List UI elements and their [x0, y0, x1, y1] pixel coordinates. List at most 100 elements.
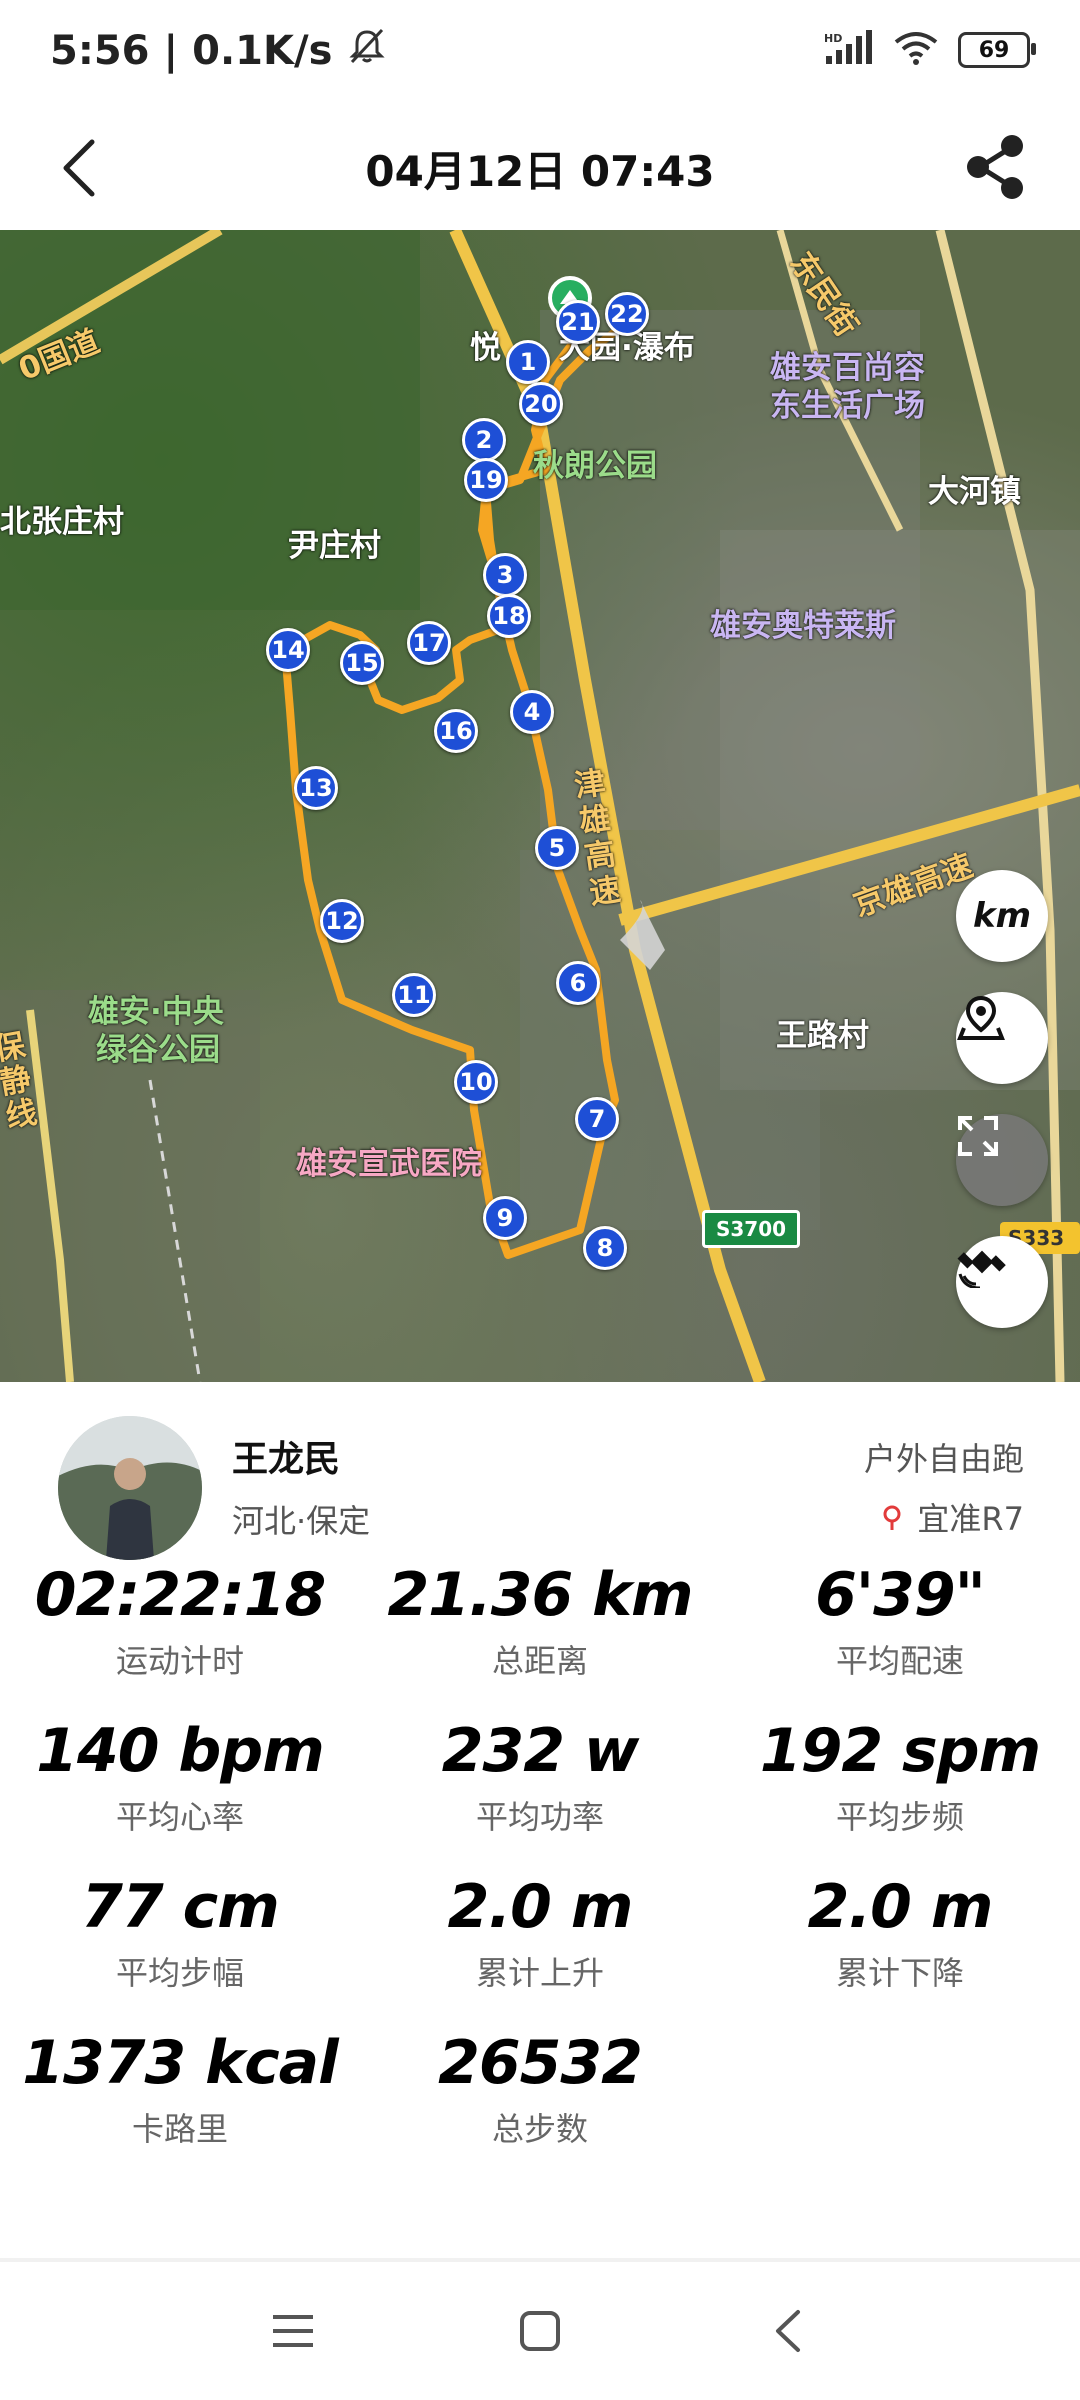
km-marker-9[interactable]: 9	[483, 1196, 527, 1240]
device-name: 宜准R7	[917, 1500, 1024, 1538]
km-marker-13[interactable]: 13	[294, 766, 338, 810]
status-separator: |	[163, 28, 179, 74]
map-label-baishang-2: 东生活广场	[770, 388, 925, 424]
share-icon	[967, 135, 1023, 199]
system-back-button[interactable]	[742, 2286, 832, 2376]
km-marker-16[interactable]: 16	[434, 709, 478, 753]
stat-cadence: 192 spm 平均步频	[720, 1716, 1080, 1838]
km-marker-2[interactable]: 2	[462, 418, 506, 462]
expand-icon	[958, 1116, 998, 1156]
km-marker-21[interactable]: 21	[556, 300, 600, 344]
map-label-dahe-town: 大河镇	[928, 474, 1021, 510]
route-map[interactable]: 0国道 悦大园·瀑布 东民街 秋朗公园 雄安百尚容 东生活广场 大河镇 北张庄村…	[0, 230, 1080, 1382]
home-button[interactable]	[495, 2286, 585, 2376]
map-label-yinzhuang-village: 尹庄村	[288, 528, 381, 564]
stat-value: 1373 kcal	[22, 2028, 338, 2098]
stat-stride: 77 cm 平均步幅	[0, 1872, 360, 1994]
km-marker-18[interactable]: 18	[487, 594, 531, 638]
km-marker-17[interactable]: 17	[407, 621, 451, 665]
stat-value: 6'39"	[815, 1560, 986, 1630]
avatar[interactable]	[58, 1416, 202, 1560]
km-marker-15[interactable]: 15	[340, 641, 384, 685]
map-label-qiulang-park: 秋朗公园	[533, 448, 657, 484]
page-title: 04月12日 07:43	[365, 147, 715, 196]
stat-label: 平均功率	[475, 1798, 604, 1836]
stat-ascent: 2.0 m 累计上升	[360, 1872, 720, 1994]
stat-heart-rate: 140 bpm 平均心率	[0, 1716, 360, 1838]
stat-value: 232 w	[441, 1716, 640, 1786]
stat-label: 累计下降	[835, 1954, 964, 1992]
stat-value: 26532	[438, 2028, 643, 2098]
km-marker-12[interactable]: 12	[320, 899, 364, 943]
km-marker-4[interactable]: 4	[510, 690, 554, 734]
map-label-beizhang-village: 北张庄村	[0, 504, 124, 540]
km-marker-6[interactable]: 6	[556, 961, 600, 1005]
km-marker-14[interactable]: 14	[266, 628, 310, 672]
map-label-wanglu-village: 王路村	[776, 1018, 869, 1054]
device-pin-icon	[883, 1505, 901, 1530]
stat-value: 21.36 km	[387, 1560, 693, 1630]
km-marker-11[interactable]: 11	[392, 973, 436, 1017]
menu-icon	[273, 2315, 314, 2347]
map-label-xuanwu-hospital: 雄安宣武医院	[296, 1146, 482, 1182]
km-marker-7[interactable]: 7	[575, 1097, 619, 1141]
km-marker-22[interactable]: 22	[605, 292, 649, 336]
stat-value: 2.0 m	[807, 1872, 994, 1942]
stat-value: 192 spm	[759, 1716, 1041, 1786]
stat-duration: 02:22:18 运动计时	[0, 1560, 360, 1682]
mute-icon	[346, 26, 388, 76]
satellite-icon	[957, 1250, 1006, 1288]
stat-value: 02:22:18	[34, 1560, 326, 1630]
avatar-image	[58, 1416, 202, 1560]
satellite-view-button[interactable]	[956, 1236, 1048, 1328]
stat-pace: 6'39" 平均配速	[720, 1560, 1080, 1682]
network-speed: 0.1K/s	[192, 28, 333, 74]
map-label-central-park-2: 绿谷公园	[96, 1032, 220, 1068]
status-left: 5:56 | 0.1K/s	[50, 26, 388, 76]
header: 04月12日 07:43	[0, 110, 1080, 230]
stat-distance: 21.36 km 总距离	[360, 1560, 720, 1682]
highway-sign-s3700: S3700	[702, 1210, 800, 1248]
user-location: 河北·保定	[232, 1502, 371, 1540]
stat-label: 总步数	[491, 2110, 588, 2148]
activity-type: 户外自由跑	[863, 1440, 1024, 1478]
system-nav-bar	[0, 2262, 1080, 2400]
location-button[interactable]	[956, 992, 1048, 1084]
km-marker-3[interactable]: 3	[483, 553, 527, 597]
stat-power: 232 w 平均功率	[360, 1716, 720, 1838]
stat-descent: 2.0 m 累计下降	[720, 1872, 1080, 1994]
stat-steps: 26532 总步数	[360, 2028, 720, 2150]
signal-icon: HD	[822, 30, 874, 70]
status-time: 5:56	[50, 28, 150, 74]
stat-calories: 1373 kcal 卡路里	[0, 2028, 360, 2150]
stat-value: 140 bpm	[36, 1716, 325, 1786]
recent-apps-button[interactable]	[248, 2286, 338, 2376]
km-marker-20[interactable]: 20	[519, 382, 563, 426]
battery-icon: 69	[958, 32, 1036, 68]
km-marker-5[interactable]: 5	[535, 826, 579, 870]
svg-text:HD: HD	[824, 32, 842, 45]
km-button-label: km	[972, 896, 1032, 936]
home-square-icon	[519, 2311, 560, 2351]
km-marker-10[interactable]: 10	[454, 1060, 498, 1104]
user-name: 王龙民	[232, 1439, 341, 1480]
share-button[interactable]	[950, 122, 1040, 212]
stat-label: 总距离	[491, 1642, 588, 1680]
system-back-icon	[775, 2310, 800, 2352]
profile-section: 王龙民 河北·保定 户外自由跑 宜准R7	[0, 1382, 1080, 1582]
device-info: 宜准R7	[881, 1494, 1024, 1540]
stat-label: 卡路里	[131, 2110, 228, 2148]
km-toggle-button[interactable]: km	[956, 870, 1048, 962]
wifi-icon	[892, 30, 940, 70]
stat-label: 平均心率	[115, 1798, 244, 1836]
stat-label: 平均配速	[835, 1642, 964, 1680]
km-marker-8[interactable]: 8	[583, 1226, 627, 1270]
stat-label: 平均步幅	[115, 1954, 244, 1992]
stat-label: 平均步频	[835, 1798, 964, 1836]
status-bar: 5:56 | 0.1K/s HD 69	[0, 0, 1080, 110]
km-marker-1[interactable]: 1	[506, 340, 550, 384]
km-marker-19[interactable]: 19	[464, 458, 508, 502]
fullscreen-button[interactable]	[956, 1114, 1048, 1206]
stat-value: 77 cm	[81, 1872, 279, 1942]
status-right: HD 69	[822, 30, 1036, 70]
